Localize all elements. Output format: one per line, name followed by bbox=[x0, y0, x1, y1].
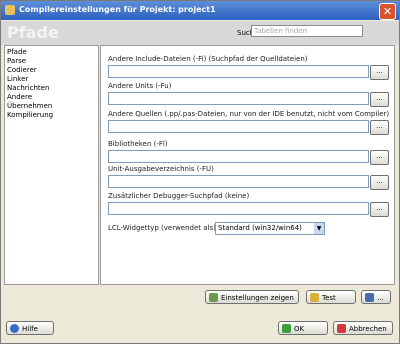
sources-path-input[interactable] bbox=[108, 120, 369, 133]
compiler-options-window: Compilereinstellungen für Projekt: proje… bbox=[0, 0, 400, 344]
sidebar-item-uebernehmen[interactable]: Übernehmen bbox=[7, 102, 52, 110]
sidebar-item-parse[interactable]: Parse bbox=[7, 57, 26, 65]
field-label-include: Andere Include-Dateien (-Fi) (Suchpfad d… bbox=[108, 55, 308, 63]
units-browse-button[interactable]: ... bbox=[370, 92, 389, 107]
load-save-button[interactable]: ... bbox=[361, 290, 391, 304]
libraries-browse-button[interactable]: ... bbox=[370, 150, 389, 165]
ok-button[interactable]: OK bbox=[278, 321, 328, 335]
title-bar: Compilereinstellungen für Projekt: proje… bbox=[1, 1, 399, 20]
field-label-debugger: Zusätzlicher Debugger-Suchpfad (keine) bbox=[108, 192, 250, 200]
settings-icon bbox=[209, 293, 218, 302]
field-label-output: Unit-Ausgabeverzeichnis (-FU) bbox=[108, 165, 214, 173]
sidebar-item-pfade[interactable]: Pfade bbox=[7, 48, 27, 56]
field-label-units: Andere Units (-Fu) bbox=[108, 82, 172, 90]
sidebar-item-codierer[interactable]: Codierer bbox=[7, 66, 37, 74]
check-icon bbox=[282, 324, 291, 333]
sidebar-item-nachrichten[interactable]: Nachrichten bbox=[7, 84, 49, 92]
sidebar-item-andere[interactable]: Andere bbox=[7, 93, 32, 101]
test-icon bbox=[310, 293, 319, 302]
debugger-path-input[interactable] bbox=[108, 202, 369, 215]
sidebar-item-linker[interactable]: Linker bbox=[7, 75, 28, 83]
page-title: Pfade bbox=[7, 23, 59, 42]
include-path-input[interactable] bbox=[108, 65, 369, 78]
libraries-path-input[interactable] bbox=[108, 150, 369, 163]
cancel-icon bbox=[337, 324, 346, 333]
cancel-button[interactable]: Abbrechen bbox=[333, 321, 393, 335]
disk-icon bbox=[365, 293, 374, 302]
units-path-input[interactable] bbox=[108, 92, 369, 105]
search-input[interactable]: Tabellen finden bbox=[251, 25, 363, 37]
show-settings-button[interactable]: Einstellungen zeigen bbox=[205, 290, 299, 304]
dialog-footer: Einstellungen zeigen Test ... Hilfe OK A… bbox=[1, 285, 399, 343]
lcl-widget-label: LCL-Widgettyp (verwendet als): bbox=[108, 224, 219, 232]
output-browse-button[interactable]: ... bbox=[370, 175, 389, 190]
debugger-browse-button[interactable]: ... bbox=[370, 202, 389, 217]
field-label-sources: Andere Quellen (.pp/.pas-Dateien, nur vo… bbox=[108, 110, 390, 118]
help-icon bbox=[10, 324, 19, 333]
help-button[interactable]: Hilfe bbox=[6, 321, 54, 335]
output-path-input[interactable] bbox=[108, 175, 369, 188]
lcl-widget-value: Standard (win32/win64) bbox=[218, 224, 302, 232]
lcl-widget-select[interactable]: Standard (win32/win64) ▼ bbox=[215, 222, 325, 235]
sources-browse-button[interactable]: ... bbox=[370, 120, 389, 135]
page-header: Pfade Suchen Tabellen finden bbox=[1, 21, 399, 45]
close-button[interactable]: ✕ bbox=[379, 3, 396, 20]
test-button[interactable]: Test bbox=[306, 290, 356, 304]
options-tree: Pfade Parse Codierer Linker Nachrichten … bbox=[4, 45, 99, 285]
window-title: Compilereinstellungen für Projekt: proje… bbox=[19, 5, 216, 14]
paths-panel: Andere Include-Dateien (-Fi) (Suchpfad d… bbox=[100, 45, 395, 285]
chevron-down-icon[interactable]: ▼ bbox=[314, 223, 324, 234]
app-icon bbox=[5, 5, 15, 15]
sidebar-item-kompilierung[interactable]: Kompilierung bbox=[7, 111, 53, 119]
include-browse-button[interactable]: ... bbox=[370, 65, 389, 80]
field-label-libraries: Bibliotheken (-Fl) bbox=[108, 140, 168, 148]
